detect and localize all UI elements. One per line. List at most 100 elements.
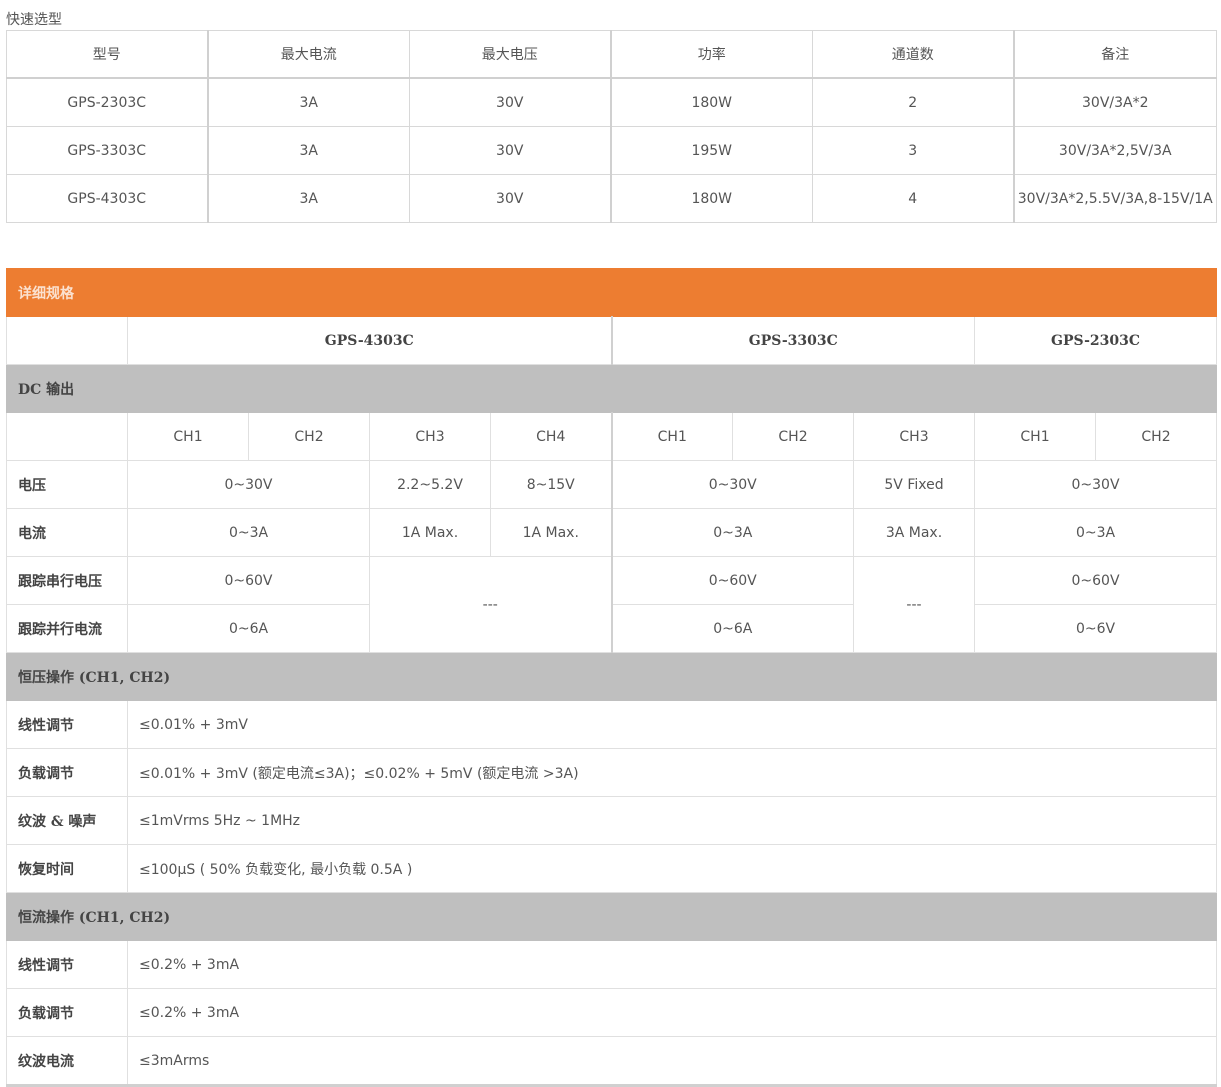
cv-ripple-noise-row: 纹波 & 噪声 ≤1mVrms 5Hz ~ 1MHz: [6, 796, 1218, 845]
spec-value: 0~30V: [973, 460, 1218, 509]
cell-max-voltage: 30V: [409, 126, 612, 175]
spec-value: ≤0.2% + 3mA: [126, 940, 1218, 989]
quick-select-table: 型号 最大电流 最大电压 功率 通道数 备注 GPS-2303C 3A 30V …: [6, 30, 1217, 223]
cell-notes: 30V/3A*2: [1013, 77, 1217, 127]
table-row: GPS-2303C 3A 30V 180W 2 30V/3A*2: [6, 77, 1217, 127]
cell-model: GPS-4303C: [6, 174, 209, 223]
channel-label: CH3: [369, 412, 491, 461]
table-row: GPS-3303C 3A 30V 195W 3 30V/3A*2,5V/3A: [6, 126, 1217, 175]
spec-value: 0~60V: [611, 556, 854, 605]
spec-value: 0~3A: [973, 508, 1218, 557]
spec-value-na: ---: [853, 556, 975, 653]
cell-max-voltage: 30V: [409, 77, 612, 127]
row-label: 纹波电流: [6, 1036, 128, 1087]
spec-value: 0~6A: [611, 604, 854, 653]
spec-title: 详细规格: [5, 268, 1218, 317]
header-max-current: 最大电流: [207, 30, 410, 79]
spec-value: 0~6A: [127, 604, 370, 653]
model-gps-4303c: GPS-4303C: [127, 316, 613, 365]
cc-section-title: 恒流操作 (CH1, CH2): [5, 892, 1218, 941]
model-header-row: GPS-4303C GPS-3303C GPS-2303C: [6, 316, 1218, 365]
channel-label: CH3: [853, 412, 975, 461]
model-gps-3303c: GPS-3303C: [611, 316, 975, 365]
spec-value: 5V Fixed: [853, 460, 975, 509]
cell-notes: 30V/3A*2,5.5V/3A,8-15V/1A: [1013, 174, 1217, 223]
quick-header-row: 型号 最大电流 最大电压 功率 通道数 备注: [6, 30, 1217, 79]
spec-value: 8~15V: [490, 460, 613, 509]
cv-line-regulation-row: 线性调节 ≤0.01% + 3mV: [6, 700, 1218, 749]
channel-label: CH2: [1094, 412, 1218, 461]
quick-select-title: 快速选型: [6, 12, 62, 28]
parallel-current-row: 跟踪并行电流 0~6A 0~6A 0~6V: [6, 604, 1218, 653]
cell-channels: 3: [812, 126, 1015, 175]
spec-value-na: ---: [369, 556, 613, 653]
empty-cell: [6, 412, 128, 461]
cell-max-voltage: 30V: [409, 174, 612, 223]
row-label: 纹波 & 噪声: [6, 796, 128, 845]
spec-value: 2.2~5.2V: [369, 460, 491, 509]
spec-value: ≤0.2% + 3mA: [126, 988, 1218, 1037]
spec-value: 1A Max.: [369, 508, 491, 557]
row-label: 电流: [6, 508, 128, 557]
cell-model: GPS-2303C: [6, 77, 209, 127]
cc-section-row: 恒流操作 (CH1, CH2): [5, 892, 1218, 941]
voltage-row: 电压 0~30V 2.2~5.2V 8~15V 0~30V 5V Fixed 0…: [6, 460, 1218, 509]
channel-label: CH1: [127, 412, 249, 461]
cc-load-regulation-row: 负载调节 ≤0.2% + 3mA: [6, 988, 1218, 1037]
spec-value: 0~60V: [127, 556, 370, 605]
spec-value: 1A Max.: [490, 508, 613, 557]
series-voltage-row: 跟踪串行电压 0~60V --- 0~60V --- 0~60V: [6, 556, 1218, 653]
cell-notes: 30V/3A*2,5V/3A: [1013, 126, 1217, 175]
cc-ripple-current-row: 纹波电流 ≤3mArms: [6, 1036, 1218, 1087]
row-label: 跟踪串行电压: [6, 556, 128, 605]
cell-max-current: 3A: [207, 126, 410, 175]
spec-value: 0~30V: [611, 460, 854, 509]
channel-label: CH1: [974, 412, 1096, 461]
detailed-spec-table: 详细规格 GPS-4303C GPS-3303C GPS-2303C DC 输出…: [5, 268, 1218, 1087]
current-row: 电流 0~3A 1A Max. 1A Max. 0~3A 3A Max. 0~3…: [6, 508, 1218, 557]
row-label: 线性调节: [6, 940, 128, 989]
header-max-voltage: 最大电压: [409, 30, 612, 79]
spec-value: 3A Max.: [853, 508, 975, 557]
table-row: GPS-4303C 3A 30V 180W 4 30V/3A*2,5.5V/3A…: [6, 174, 1217, 223]
model-gps-2303c: GPS-2303C: [973, 316, 1218, 365]
row-label: 负载调节: [6, 988, 128, 1037]
channel-label: CH2: [248, 412, 370, 461]
row-label: 恢复时间: [6, 844, 128, 893]
row-label: 负载调节: [6, 748, 128, 797]
spec-value: ≤0.01% + 3mV (额定电流≤3A)；≤0.02% + 5mV (额定电…: [126, 748, 1218, 797]
header-power: 功率: [610, 30, 813, 79]
spec-value: 0~3A: [127, 508, 370, 557]
channel-label: CH2: [732, 412, 854, 461]
cv-recovery-time-row: 恢复时间 ≤100μS ( 50% 负载变化, 最小负载 0.5A ): [6, 844, 1218, 893]
cv-load-regulation-row: 负载调节 ≤0.01% + 3mV (额定电流≤3A)；≤0.02% + 5mV…: [6, 748, 1218, 797]
channel-label: CH1: [611, 412, 733, 461]
cell-power: 180W: [610, 77, 813, 127]
spec-value: 0~30V: [127, 460, 370, 509]
cc-line-regulation-row: 线性调节 ≤0.2% + 3mA: [6, 940, 1218, 989]
cell-channels: 4: [812, 174, 1015, 223]
channel-label: CH4: [490, 412, 613, 461]
empty-cell: [6, 316, 128, 365]
cv-section-title: 恒压操作 (CH1, CH2): [5, 652, 1218, 701]
cell-channels: 2: [812, 77, 1015, 127]
cell-max-current: 3A: [207, 174, 410, 223]
header-channels: 通道数: [812, 30, 1015, 79]
dc-output-title: DC 输出: [5, 364, 1218, 413]
row-label: 跟踪并行电流: [6, 604, 128, 653]
cell-max-current: 3A: [207, 77, 410, 127]
row-label: 线性调节: [6, 700, 128, 749]
cell-model: GPS-3303C: [6, 126, 209, 175]
spec-title-row: 详细规格: [5, 268, 1218, 317]
spec-value: 0~6V: [973, 604, 1218, 653]
spec-value: 0~60V: [973, 556, 1218, 605]
row-label: 电压: [6, 460, 128, 509]
spec-value: ≤3mArms: [126, 1036, 1218, 1087]
spec-value: ≤1mVrms 5Hz ~ 1MHz: [126, 796, 1218, 845]
cell-power: 180W: [610, 174, 813, 223]
cv-section-row: 恒压操作 (CH1, CH2): [5, 652, 1218, 701]
channel-row: CH1 CH2 CH3 CH4 CH1 CH2 CH3 CH1 CH2: [6, 412, 1218, 461]
dc-output-row: DC 输出: [5, 364, 1218, 413]
spec-value: 0~3A: [611, 508, 854, 557]
spec-value: ≤0.01% + 3mV: [126, 700, 1218, 749]
